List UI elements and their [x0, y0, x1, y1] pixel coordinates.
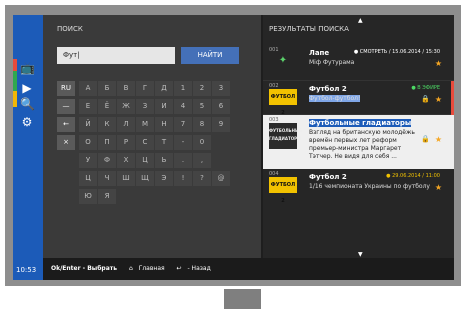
channel-logo: ФУТБОЛ 2 [269, 89, 297, 116]
key-4-4[interactable]: Ь [155, 153, 173, 168]
key-4-1[interactable]: Ф [98, 153, 116, 168]
key-2-0[interactable]: Й [79, 117, 97, 132]
red-stripe [13, 59, 17, 71]
key-0-7[interactable]: 3 [212, 81, 230, 96]
key-5-1[interactable]: Ч [98, 171, 116, 186]
key-3-3[interactable]: С [136, 135, 154, 150]
favorite-star-icon[interactable]: ★ [435, 135, 442, 144]
result-item[interactable]: 002 ФУТБОЛ 2 Футбол 2 Футбол-футбол! ● В… [263, 81, 454, 116]
key-0-6[interactable]: 2 [193, 81, 211, 96]
key-4-2[interactable]: Х [117, 153, 135, 168]
key-4-5[interactable]: . [174, 153, 192, 168]
hint-select: Ok/Enter - Выбрать [51, 265, 118, 272]
key-language[interactable]: RU [57, 81, 75, 96]
results-title: РЕЗУЛЬТАТЫ ПОИСКА [269, 25, 349, 33]
live-indicator [451, 81, 454, 115]
key-space[interactable]: — [57, 99, 75, 114]
key-0-2[interactable]: В [117, 81, 135, 96]
stand-block [224, 289, 261, 309]
search-input[interactable]: Фут| [57, 47, 175, 64]
search-panel: ПОИСК Фут| НАЙТИ RU — ← × АБВГД123 ЕЁЖЗИ4… [43, 15, 261, 258]
result-item[interactable]: 004 ФУТБОЛ 2 Футбол 2 1/16 чемпионата Ук… [263, 169, 454, 204]
key-6-0[interactable]: Ю [79, 189, 97, 204]
key-2-4[interactable]: Н [155, 117, 173, 132]
key-1-4[interactable]: И [155, 99, 173, 114]
key-2-5[interactable]: 7 [174, 117, 192, 132]
key-4-6[interactable]: , [193, 153, 211, 168]
result-item-selected[interactable]: 003 ФУТБОЛЬНЫЕ ГЛАДИАТОРЫ Футбольные гла… [263, 115, 454, 169]
hint-back: - Назад [187, 265, 211, 272]
key-5-7[interactable]: @ [212, 171, 230, 186]
key-1-0[interactable]: Е [79, 99, 97, 114]
yellow-stripe [13, 91, 17, 107]
key-3-6[interactable]: 0 [193, 135, 211, 150]
lock-icon: 🔒 [421, 135, 430, 143]
key-2-3[interactable]: М [136, 117, 154, 132]
key-0-4[interactable]: Д [155, 81, 173, 96]
left-nav-rail: 📺 ▶ 🔍 ⚙ 10:53 [13, 15, 43, 280]
key-3-2[interactable]: Р [117, 135, 135, 150]
hint-home: Главная [138, 265, 165, 272]
lock-icon: 🔒 [421, 95, 430, 103]
key-2-7[interactable]: 9 [212, 117, 230, 132]
key-4-3[interactable]: Ц [136, 153, 154, 168]
tv-screen: 📺 ▶ 🔍 ⚙ 10:53 ПОИСК Фут| НАЙТИ RU — ← × … [13, 15, 454, 280]
search-icon[interactable]: 🔍 [20, 97, 35, 111]
key-4-0[interactable]: У [79, 153, 97, 168]
key-5-3[interactable]: Щ [136, 171, 154, 186]
key-1-7[interactable]: 6 [212, 99, 230, 114]
play-icon[interactable]: ▶ [20, 81, 34, 95]
key-1-2[interactable]: Ж [117, 99, 135, 114]
clock: 10:53 [16, 266, 37, 274]
program-poster: ФУТБОЛЬНЫЕ ГЛАДИАТОРЫ [269, 123, 302, 149]
scroll-up-icon[interactable]: ▲ [358, 17, 363, 24]
key-2-2[interactable]: Л [117, 117, 135, 132]
key-2-6[interactable]: 8 [193, 117, 211, 132]
key-backspace[interactable]: ← [57, 117, 75, 132]
scroll-down-icon[interactable]: ▼ [358, 251, 363, 258]
key-5-0[interactable]: Ц [79, 171, 97, 186]
key-5-5[interactable]: ! [174, 171, 192, 186]
key-5-6[interactable]: ? [193, 171, 211, 186]
key-0-0[interactable]: А [79, 81, 97, 96]
key-0-5[interactable]: 1 [174, 81, 192, 96]
favorite-star-icon[interactable]: ★ [435, 59, 442, 68]
result-item[interactable]: 001 ✦ Лапе Мiф Футурама ● СМОТРЕТЬ / 15.… [263, 45, 454, 81]
key-0-1[interactable]: Б [98, 81, 116, 96]
channel-logo: ФУТБОЛ 2 [269, 177, 297, 204]
search-title: ПОИСК [57, 25, 83, 33]
key-1-6[interactable]: 5 [193, 99, 211, 114]
key-3-0[interactable]: О [79, 135, 97, 150]
key-2-1[interactable]: К [98, 117, 116, 132]
key-1-3[interactable]: З [136, 99, 154, 114]
key-5-4[interactable]: Э [155, 171, 173, 186]
key-3-5[interactable]: - [174, 135, 192, 150]
key-3-4[interactable]: Т [155, 135, 173, 150]
channel-logo: ✦ [278, 55, 288, 66]
tv-frame: 📺 ▶ 🔍 ⚙ 10:53 ПОИСК Фут| НАЙТИ RU — ← × … [5, 5, 461, 286]
key-clear[interactable]: × [57, 135, 75, 150]
favorite-star-icon[interactable]: ★ [435, 95, 442, 104]
find-button[interactable]: НАЙТИ [181, 47, 239, 64]
green-stripe [13, 71, 17, 91]
settings-icon[interactable]: ⚙ [20, 115, 34, 129]
back-icon: ↩ [176, 265, 182, 272]
home-icon: ⌂ [128, 265, 133, 272]
bottom-hint-bar: Ok/Enter - Выбрать ⌂ Главная ↩ - Назад [43, 258, 454, 280]
key-1-1[interactable]: Ё [98, 99, 116, 114]
favorite-star-icon[interactable]: ★ [435, 183, 442, 192]
key-0-3[interactable]: Г [136, 81, 154, 96]
results-panel: РЕЗУЛЬТАТЫ ПОИСКА ▲ ▼ 001 ✦ Лапе Мiф Фут… [263, 15, 454, 258]
key-5-2[interactable]: Ш [117, 171, 135, 186]
key-1-5[interactable]: 4 [174, 99, 192, 114]
tv-icon[interactable]: 📺 [20, 61, 35, 75]
key-6-1[interactable]: Я [98, 189, 116, 204]
key-3-1[interactable]: П [98, 135, 116, 150]
